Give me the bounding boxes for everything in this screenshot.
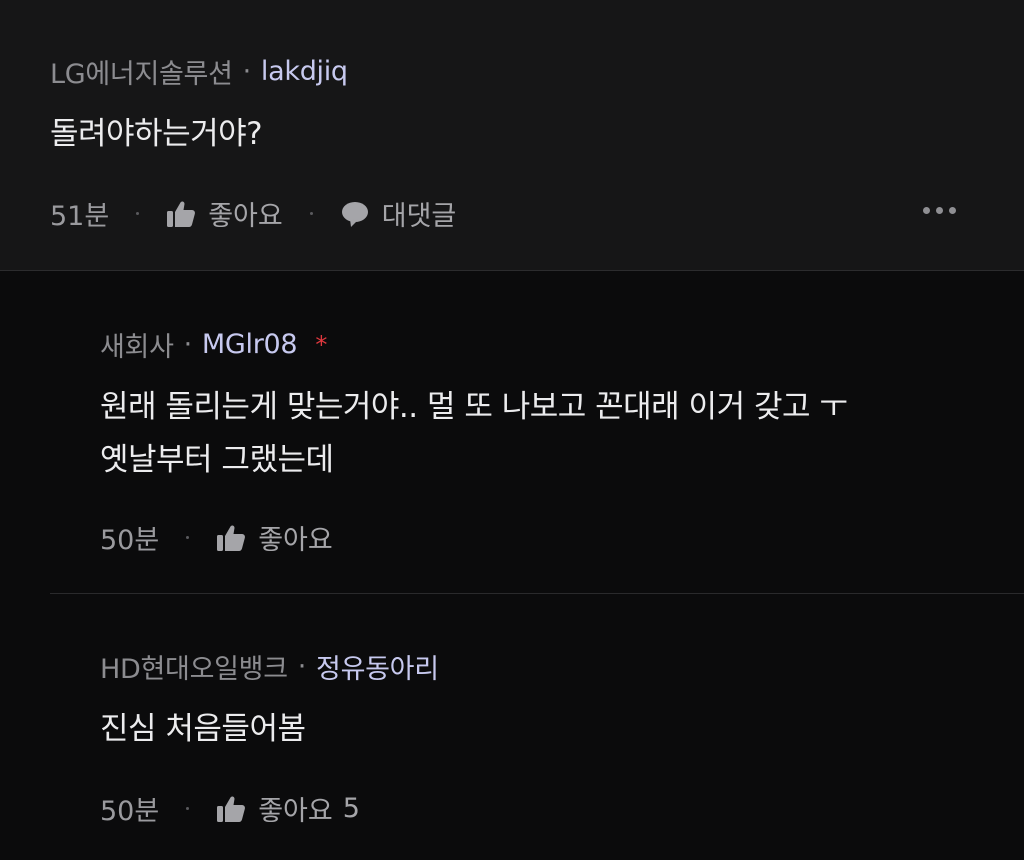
- author-username[interactable]: lakdjiq: [261, 56, 348, 87]
- reply-button[interactable]: 대댓글: [340, 194, 457, 233]
- top-comment: LG에너지솔루션 · lakdjiq 돌려야하는거야? 51분 좋아요 대댓글: [0, 0, 1024, 271]
- like-count: 5: [342, 793, 360, 824]
- reply-text-line-1: 진심 처음들어봄: [100, 711, 306, 747]
- reply-actions: 50분 좋아요: [100, 518, 333, 557]
- reply-time: 50분: [100, 525, 160, 556]
- like-button[interactable]: 좋아요 5: [216, 789, 360, 828]
- action-separator: [309, 212, 313, 215]
- thumbs-up-icon: [217, 524, 246, 551]
- more-options-icon[interactable]: [923, 207, 956, 214]
- meta-separator: ·: [297, 651, 307, 682]
- action-separator: [186, 807, 190, 810]
- reply-author-line: 새회사 · MGlr08 *: [100, 325, 327, 364]
- thumbs-up-icon: [217, 795, 246, 822]
- author-username[interactable]: MGlr08: [202, 329, 298, 360]
- comment-text: 돌려야하는거야?: [50, 116, 263, 152]
- meta-separator: ·: [242, 56, 252, 87]
- like-label: 좋아요: [258, 796, 333, 827]
- reply-author-line: HD현대오일뱅크 · 정유동아리: [100, 647, 439, 686]
- reply-text-line-1: 원래 돌리는게 맞는거야.. 멀 또 나보고 꼰대래 이거 갖고 ㅜ: [100, 389, 848, 425]
- comment-actions: 51분 좋아요 대댓글: [50, 194, 456, 233]
- author-company: 새회사: [100, 332, 174, 363]
- like-button[interactable]: 좋아요: [166, 194, 283, 233]
- like-button[interactable]: 좋아요: [216, 518, 333, 557]
- reply-label: 대댓글: [381, 201, 457, 232]
- like-label: 좋아요: [258, 525, 333, 556]
- comment-author-line: LG에너지솔루션 · lakdjiq: [50, 52, 348, 91]
- author-company: LG에너지솔루션: [50, 59, 233, 90]
- author-username[interactable]: 정유동아리: [316, 647, 439, 686]
- reply-text-line-2: 옛날부터 그랬는데: [100, 442, 334, 478]
- action-separator: [136, 212, 140, 215]
- meta-separator: ·: [183, 329, 193, 360]
- comment-time: 51분: [50, 201, 110, 232]
- reply-divider: [50, 593, 1024, 594]
- speech-bubble-icon: [341, 201, 368, 227]
- reply-actions: 50분 좋아요 5: [100, 789, 360, 828]
- reply-list: 새회사 · MGlr08 * 원래 돌리는게 맞는거야.. 멀 또 나보고 꼰대…: [0, 271, 1024, 860]
- reply-time: 50분: [100, 796, 160, 827]
- like-label: 좋아요: [208, 201, 283, 232]
- action-separator: [186, 536, 190, 539]
- post-author-marker: *: [315, 330, 328, 359]
- author-company: HD현대오일뱅크: [100, 654, 288, 685]
- thumbs-up-icon: [167, 200, 196, 227]
